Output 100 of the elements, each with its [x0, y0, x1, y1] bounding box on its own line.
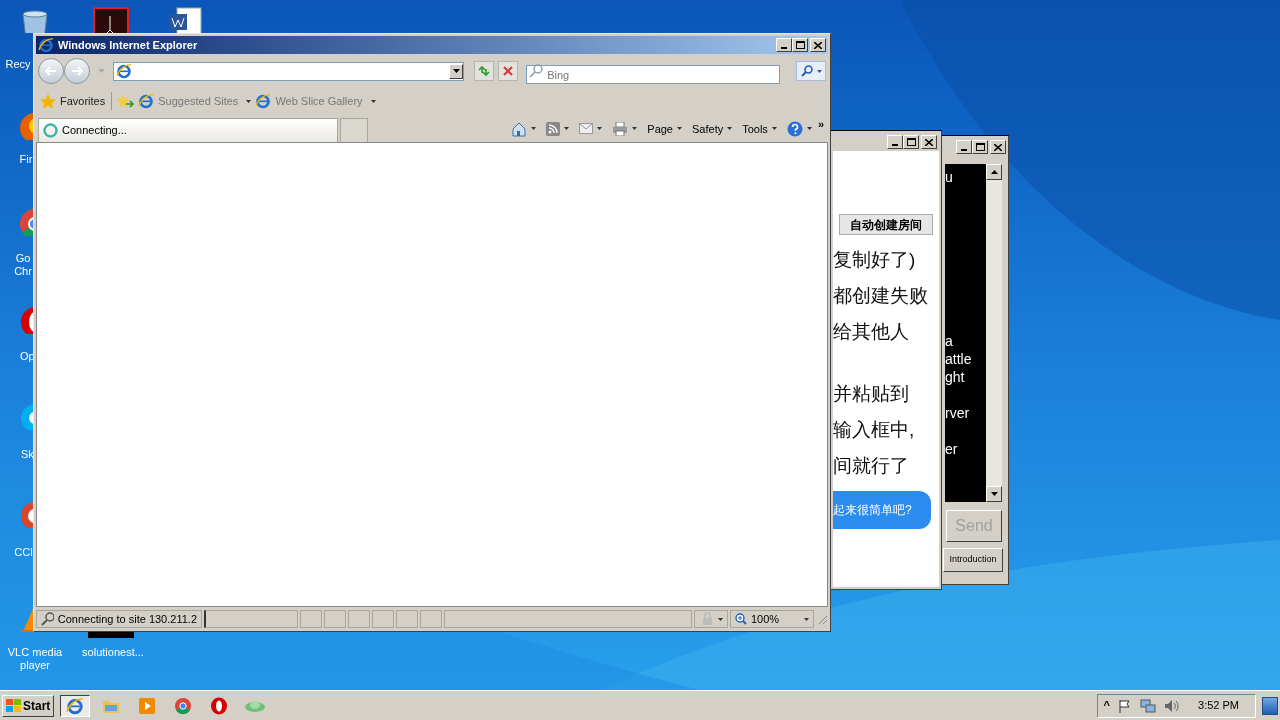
- caret-icon: [564, 127, 570, 131]
- status-pane: [300, 610, 322, 628]
- desktop-icon-label: Recy: [4, 58, 32, 71]
- chat-text-line: 间就行了: [833, 455, 910, 477]
- favorites-button[interactable]: Favorites: [40, 92, 106, 110]
- search-icon: [41, 612, 54, 626]
- status-pane: [324, 610, 346, 628]
- status-pane: [372, 610, 394, 628]
- flag-icon[interactable]: [1118, 698, 1133, 713]
- console-line: a: [945, 332, 954, 350]
- close-icon: [925, 138, 933, 146]
- printer-icon: [612, 121, 629, 136]
- document-icon[interactable]: [90, 6, 130, 33]
- home-button[interactable]: [511, 120, 537, 137]
- caret-icon: [531, 127, 537, 131]
- refresh-button[interactable]: [474, 61, 495, 81]
- feeds-button[interactable]: [546, 121, 570, 136]
- minimize-icon: [892, 144, 898, 146]
- maximize-button[interactable]: [972, 140, 988, 154]
- address-field[interactable]: [112, 61, 465, 81]
- close-button[interactable]: [810, 38, 826, 52]
- minimize-icon: [781, 47, 787, 49]
- caret-icon: [677, 127, 682, 131]
- back-button[interactable]: [38, 58, 64, 84]
- status-pane: [348, 610, 370, 628]
- close-icon: [503, 66, 514, 76]
- desktop-icon-label: CCl: [14, 546, 33, 559]
- stop-button[interactable]: [498, 61, 519, 81]
- browser-tab[interactable]: Connecting...: [38, 118, 338, 142]
- desktop-icon-label: Fir: [19, 153, 33, 166]
- console-line: attle: [945, 350, 973, 368]
- speaker-icon[interactable]: [1164, 698, 1181, 713]
- help-button[interactable]: [786, 120, 812, 137]
- command-menu[interactable]: Safety: [692, 120, 733, 137]
- maximize-icon: [975, 143, 985, 151]
- create-room-button[interactable]: 自动创建房间: [839, 214, 933, 235]
- dropdown-button[interactable]: [449, 63, 464, 79]
- minimize-button[interactable]: [776, 38, 792, 52]
- resize-grip-icon[interactable]: [816, 613, 828, 625]
- show-desktop-button[interactable]: [1262, 696, 1278, 715]
- search-icon: [800, 65, 813, 77]
- console-line: rver: [945, 404, 971, 422]
- chat-text-line: 都创建失败: [833, 285, 929, 307]
- network-icon[interactable]: [1140, 698, 1157, 713]
- minimize-button[interactable]: [956, 140, 972, 154]
- help-icon: [786, 120, 803, 137]
- clock[interactable]: 3:52 PM: [1198, 697, 1239, 714]
- search-field[interactable]: Bing: [526, 65, 781, 84]
- print-button[interactable]: [612, 121, 638, 136]
- close-button[interactable]: [990, 140, 1006, 154]
- caret-icon: [246, 99, 252, 103]
- arrow-left-icon: [44, 66, 57, 76]
- zoom-in-icon: [735, 613, 747, 625]
- caret-icon: [717, 617, 723, 621]
- more-commands-button[interactable]: »: [817, 116, 824, 133]
- tab-title: Connecting...: [62, 123, 127, 139]
- search-button[interactable]: [796, 61, 826, 81]
- zoom-button[interactable]: 100%: [730, 610, 814, 628]
- search-icon: [529, 63, 544, 78]
- maximize-icon: [906, 138, 916, 146]
- opera-icon: [210, 696, 229, 715]
- forward-button[interactable]: [63, 58, 90, 84]
- taskbar-button[interactable]: [60, 694, 91, 717]
- introduction-button[interactable]: Introduction: [943, 548, 1003, 572]
- console-line: u: [945, 168, 954, 186]
- chat-text-line: 并粘贴到: [833, 383, 910, 405]
- caret-icon: [816, 69, 822, 73]
- house-icon: [511, 120, 528, 137]
- scrollbar[interactable]: [986, 164, 1002, 502]
- refresh-icon: [477, 65, 492, 77]
- console-line: ght: [945, 368, 966, 386]
- maximize-button[interactable]: [903, 135, 919, 149]
- ie-logo-icon: [38, 37, 54, 53]
- minimize-button[interactable]: [887, 135, 903, 149]
- status-text: Connecting to site 130.211.2: [57, 611, 197, 627]
- ie-logo-icon: [66, 696, 85, 715]
- mail-button[interactable]: [579, 123, 603, 135]
- start-button[interactable]: Start: [2, 694, 55, 717]
- command-menu[interactable]: Tools: [742, 120, 777, 137]
- speech-bubble: 起来很简单吧?: [833, 491, 931, 529]
- chat-text-line: 输入框中,: [833, 419, 916, 441]
- page-icon: [138, 93, 155, 109]
- caret-icon: [452, 69, 460, 73]
- close-button[interactable]: [921, 135, 937, 149]
- caret-icon: [632, 127, 638, 131]
- close-icon: [814, 41, 822, 49]
- chat-text-line: 给其他人: [833, 321, 910, 343]
- chat-text-line: 复制好了): [833, 249, 917, 271]
- caret-icon: [806, 127, 812, 131]
- caret-icon: [597, 127, 603, 131]
- command-menu[interactable]: Page: [647, 120, 682, 137]
- media-player-icon: [138, 696, 157, 715]
- feed-icon: [546, 121, 561, 136]
- show-hidden-icons-button[interactable]: ^: [1103, 697, 1111, 714]
- maximize-button[interactable]: [792, 38, 808, 52]
- arrow-down-icon[interactable]: [990, 492, 998, 496]
- page-icon: [115, 63, 132, 79]
- console-line: er: [945, 440, 959, 458]
- arrow-up-icon[interactable]: [990, 170, 998, 174]
- caret-icon: [804, 617, 809, 621]
